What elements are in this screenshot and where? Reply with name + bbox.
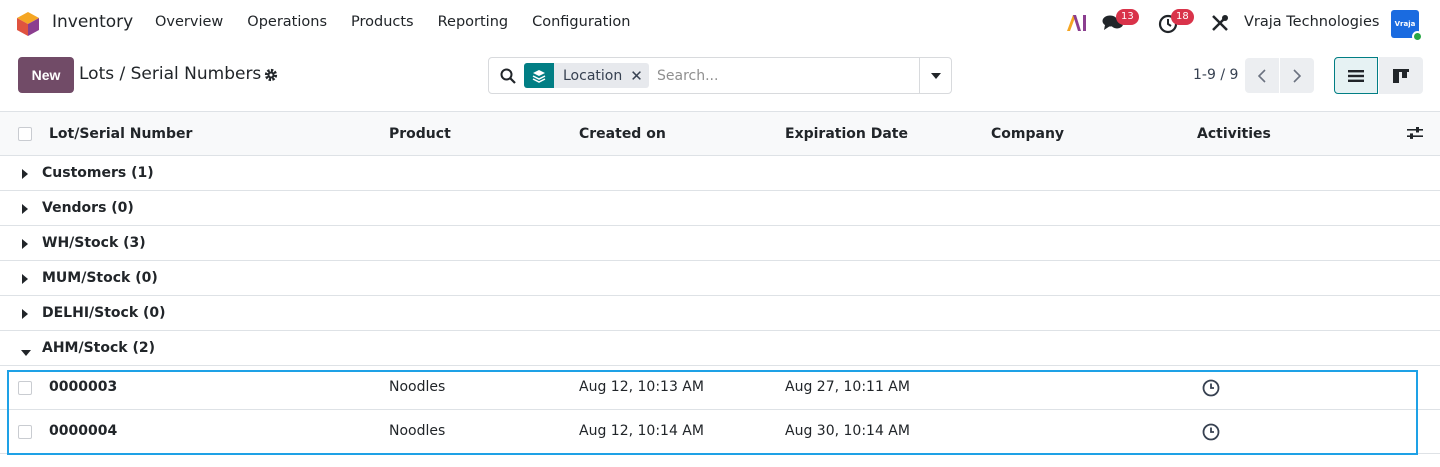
group-label: Vendors (0) xyxy=(42,200,134,216)
select-all-checkbox[interactable] xyxy=(18,127,32,141)
avatar-text: Vraja xyxy=(1394,20,1416,28)
new-button[interactable]: New xyxy=(18,57,74,93)
group-label: DELHI/Stock (0) xyxy=(42,305,166,321)
search-bar: Location ✕ xyxy=(488,57,952,94)
messages-badge: 13 xyxy=(1116,9,1139,25)
group-label: AHM/Stock (2) xyxy=(42,340,156,356)
user-avatar[interactable]: Vraja xyxy=(1391,10,1423,42)
kanban-icon xyxy=(1393,68,1409,83)
menu-item-operations[interactable]: Operations xyxy=(247,14,327,30)
pager-next-button[interactable] xyxy=(1280,58,1314,93)
inventory-app-icon[interactable] xyxy=(17,12,39,36)
company-switcher[interactable]: Vraja Technologies xyxy=(1244,14,1379,30)
group-row[interactable]: MUM/Stock (0) xyxy=(0,261,1440,296)
caret-right-icon xyxy=(22,272,28,288)
pager-value[interactable]: 1-9 / 9 xyxy=(1193,67,1238,83)
list-view-button[interactable] xyxy=(1334,57,1378,94)
caret-right-icon xyxy=(22,307,28,323)
column-created-on[interactable]: Created on xyxy=(579,126,666,142)
table-row[interactable]: 0000003 Noodles Aug 12, 10:13 AM Aug 27,… xyxy=(0,366,1440,410)
list-icon xyxy=(1348,69,1364,82)
search-input[interactable] xyxy=(657,65,912,87)
lot-serial-number: 0000004 xyxy=(49,423,118,439)
menu-item-products[interactable]: Products xyxy=(351,14,414,30)
kanban-view-button[interactable] xyxy=(1379,57,1423,94)
activities-badge: 18 xyxy=(1171,9,1194,25)
menu-item-reporting[interactable]: Reporting xyxy=(438,14,509,30)
layers-icon xyxy=(524,63,554,88)
page-title: Lots / Serial Numbers xyxy=(79,64,262,84)
group-row[interactable]: Vendors (0) xyxy=(0,191,1440,226)
activity-clock-icon[interactable] xyxy=(1202,379,1220,401)
online-status-icon xyxy=(1412,31,1423,42)
group-label: Customers (1) xyxy=(42,165,154,181)
app-name[interactable]: Inventory xyxy=(52,12,133,32)
table-row[interactable]: 0000004 Noodles Aug 12, 10:14 AM Aug 30,… xyxy=(0,410,1440,454)
search-facet-location: Location ✕ xyxy=(524,63,649,88)
group-row[interactable]: DELHI/Stock (0) xyxy=(0,296,1440,331)
remove-facet-icon[interactable]: ✕ xyxy=(630,67,649,85)
menu-item-configuration[interactable]: Configuration xyxy=(532,14,630,30)
row-checkbox[interactable] xyxy=(18,381,32,395)
column-company[interactable]: Company xyxy=(991,126,1064,142)
facet-label: Location xyxy=(563,67,623,84)
created-on-cell: Aug 12, 10:13 AM xyxy=(579,379,704,395)
product-cell: Noodles xyxy=(389,423,446,439)
column-expiration-date[interactable]: Expiration Date xyxy=(785,126,908,142)
row-checkbox[interactable] xyxy=(18,425,32,439)
group-row[interactable]: WH/Stock (3) xyxy=(0,226,1440,261)
column-activities[interactable]: Activities xyxy=(1197,126,1271,142)
activity-clock-icon[interactable] xyxy=(1202,423,1220,445)
caret-right-icon xyxy=(22,202,28,218)
pager-previous-button[interactable] xyxy=(1245,58,1279,93)
gear-icon[interactable] xyxy=(264,68,278,86)
column-lot-serial-number[interactable]: Lot/Serial Number xyxy=(49,126,192,142)
caret-right-icon xyxy=(22,237,28,253)
group-row[interactable]: Customers (1) xyxy=(0,156,1440,191)
search-icon[interactable] xyxy=(500,68,516,88)
list-header: Lot/Serial Number Product Created on Exp… xyxy=(0,111,1440,156)
lot-serial-number: 0000003 xyxy=(49,379,118,395)
ai-icon[interactable] xyxy=(1066,13,1088,38)
product-cell: Noodles xyxy=(389,379,446,395)
group-label: WH/Stock (3) xyxy=(42,235,146,251)
main-menu: Overview Operations Products Reporting C… xyxy=(155,14,654,30)
debug-tools-icon[interactable] xyxy=(1211,14,1229,36)
optional-columns-icon[interactable] xyxy=(1407,126,1423,144)
caret-right-icon xyxy=(22,167,28,183)
top-navbar: Inventory Overview Operations Products R… xyxy=(0,0,1440,46)
created-on-cell: Aug 12, 10:14 AM xyxy=(579,423,704,439)
group-label: MUM/Stock (0) xyxy=(42,270,158,286)
caret-down-icon xyxy=(21,344,31,360)
menu-item-overview[interactable]: Overview xyxy=(155,14,223,30)
expiration-date-cell: Aug 30, 10:14 AM xyxy=(785,423,910,439)
expiration-date-cell: Aug 27, 10:11 AM xyxy=(785,379,910,395)
search-options-toggle[interactable] xyxy=(919,58,951,93)
group-row[interactable]: AHM/Stock (2) xyxy=(0,331,1440,366)
column-product[interactable]: Product xyxy=(389,126,451,142)
